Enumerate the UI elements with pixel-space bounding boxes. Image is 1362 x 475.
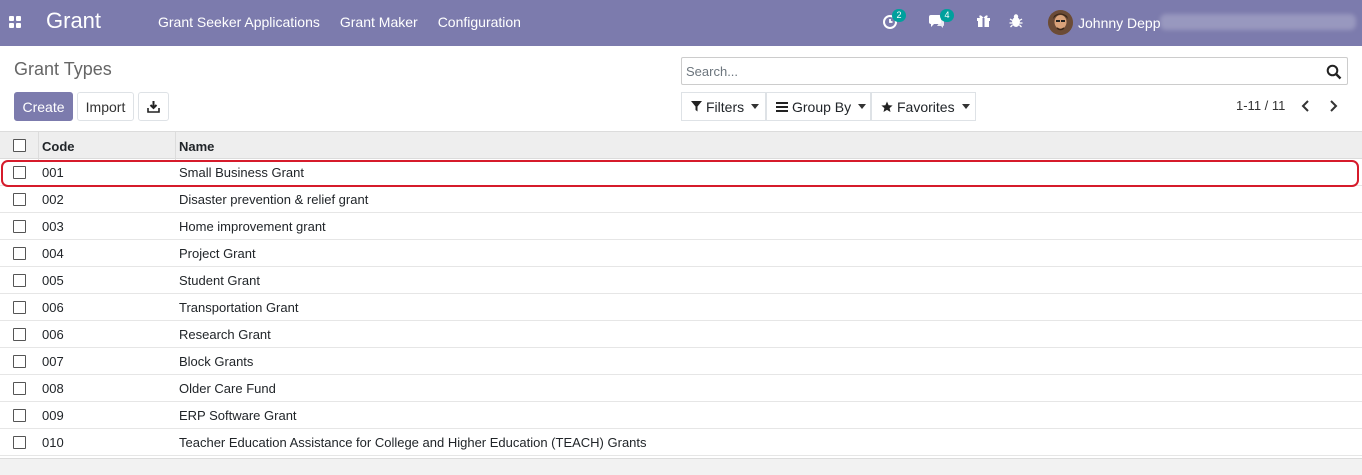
row-checkbox[interactable]: [13, 193, 26, 206]
debug-bug-icon[interactable]: [1009, 13, 1027, 31]
cell-name: Teacher Education Assistance for College…: [179, 435, 647, 450]
cell-name: Transportation Grant: [179, 300, 299, 315]
main-menu: Grant Seeker Applications Grant Maker Co…: [158, 14, 521, 30]
filters-dropdown[interactable]: Filters: [681, 92, 766, 121]
download-icon: [147, 101, 160, 113]
cell-code: 006: [42, 300, 64, 315]
pager-next-icon[interactable]: [1325, 98, 1341, 114]
row-checkbox[interactable]: [13, 220, 26, 233]
cell-code: 009: [42, 408, 64, 423]
chevron-down-icon: [751, 104, 760, 109]
cell-code: 006: [42, 327, 64, 342]
cell-name: Small Business Grant: [179, 165, 304, 180]
row-checkbox[interactable]: [13, 436, 26, 449]
cell-name: Older Care Fund: [179, 381, 276, 396]
star-icon: [881, 101, 893, 112]
table-row[interactable]: 001 Small Business Grant: [0, 159, 1362, 186]
table-row[interactable]: 006 Research Grant: [0, 321, 1362, 348]
table-row[interactable]: 009 ERP Software Grant: [0, 402, 1362, 429]
menu-grant-seeker-applications[interactable]: Grant Seeker Applications: [158, 14, 320, 30]
row-checkbox[interactable]: [13, 382, 26, 395]
cell-name: Project Grant: [179, 246, 256, 261]
row-checkbox[interactable]: [13, 328, 26, 341]
top-navbar: Grant Grant Seeker Applications Grant Ma…: [0, 0, 1362, 46]
database-name-blurred: [1160, 14, 1356, 30]
table-row[interactable]: 005 Student Grant: [0, 267, 1362, 294]
table-row[interactable]: 010 Teacher Education Assistance for Col…: [0, 429, 1362, 456]
menu-grant-maker[interactable]: Grant Maker: [340, 14, 418, 30]
table-row[interactable]: 006 Transportation Grant: [0, 294, 1362, 321]
favorites-dropdown[interactable]: Favorites: [871, 92, 976, 121]
cell-code: 002: [42, 192, 64, 207]
cell-name: Block Grants: [179, 354, 254, 369]
cell-name: Research Grant: [179, 327, 271, 342]
apps-menu-icon[interactable]: [9, 16, 21, 28]
search-icon[interactable]: [1326, 64, 1342, 80]
import-button[interactable]: Import: [77, 92, 134, 121]
user-avatar: [1048, 10, 1073, 35]
app-title[interactable]: Grant: [46, 8, 101, 34]
list-header: Code Name: [0, 131, 1362, 160]
favorites-label: Favorites: [897, 98, 955, 115]
cell-name: ERP Software Grant: [179, 408, 297, 423]
user-name: Johnny Depp: [1078, 14, 1161, 31]
search-input[interactable]: [686, 61, 1316, 81]
cell-name: Student Grant: [179, 273, 260, 288]
messages-icon[interactable]: 4: [928, 9, 954, 31]
group-by-dropdown[interactable]: Group By: [766, 92, 871, 121]
table-row[interactable]: 007 Block Grants: [0, 348, 1362, 375]
gift-icon[interactable]: [976, 13, 994, 31]
menu-configuration[interactable]: Configuration: [438, 14, 521, 30]
messages-badge: 4: [940, 9, 954, 22]
chevron-down-icon: [858, 104, 867, 109]
cell-code: 001: [42, 165, 64, 180]
column-header-name[interactable]: Name: [179, 139, 214, 154]
cell-code: 007: [42, 354, 64, 369]
cell-code: 004: [42, 246, 64, 261]
filter-icon: [691, 101, 702, 112]
cell-code: 010: [42, 435, 64, 450]
row-checkbox[interactable]: [13, 166, 26, 179]
row-checkbox[interactable]: [13, 409, 26, 422]
cell-code: 005: [42, 273, 64, 288]
filters-label: Filters: [706, 98, 745, 115]
select-all-checkbox[interactable]: [13, 139, 26, 152]
search-box: [681, 57, 1348, 85]
table-row[interactable]: 008 Older Care Fund: [0, 375, 1362, 402]
column-header-code[interactable]: Code: [42, 139, 75, 154]
row-checkbox[interactable]: [13, 301, 26, 314]
row-checkbox[interactable]: [13, 355, 26, 368]
row-checkbox[interactable]: [13, 274, 26, 287]
cell-code: 008: [42, 381, 64, 396]
table-row[interactable]: 003 Home improvement grant: [0, 213, 1362, 240]
activity-badge: 2: [892, 9, 906, 22]
chevron-down-icon: [961, 104, 970, 109]
group-by-label: Group By: [792, 98, 852, 115]
pager-value[interactable]: 1-11 / 11: [1236, 98, 1285, 113]
cell-code: 003: [42, 219, 64, 234]
table-row[interactable]: 002 Disaster prevention & relief grant: [0, 186, 1362, 213]
create-button[interactable]: Create: [14, 92, 73, 121]
list-footer: [0, 458, 1362, 475]
table-row[interactable]: 004 Project Grant: [0, 240, 1362, 267]
pager-previous-icon[interactable]: [1298, 98, 1314, 114]
breadcrumb: Grant Types: [14, 59, 112, 79]
activity-icon[interactable]: 2: [882, 9, 906, 31]
column-divider: [38, 132, 39, 160]
column-divider: [175, 132, 176, 160]
row-checkbox[interactable]: [13, 247, 26, 260]
list-bars-icon: [776, 101, 788, 112]
cell-name: Disaster prevention & relief grant: [179, 192, 369, 207]
grant-types-list: Code Name 001 Small Business Grant 002 D…: [0, 131, 1362, 456]
user-menu[interactable]: Johnny Depp: [1048, 10, 1161, 35]
cell-name: Home improvement grant: [179, 219, 326, 234]
export-button[interactable]: [138, 92, 169, 121]
